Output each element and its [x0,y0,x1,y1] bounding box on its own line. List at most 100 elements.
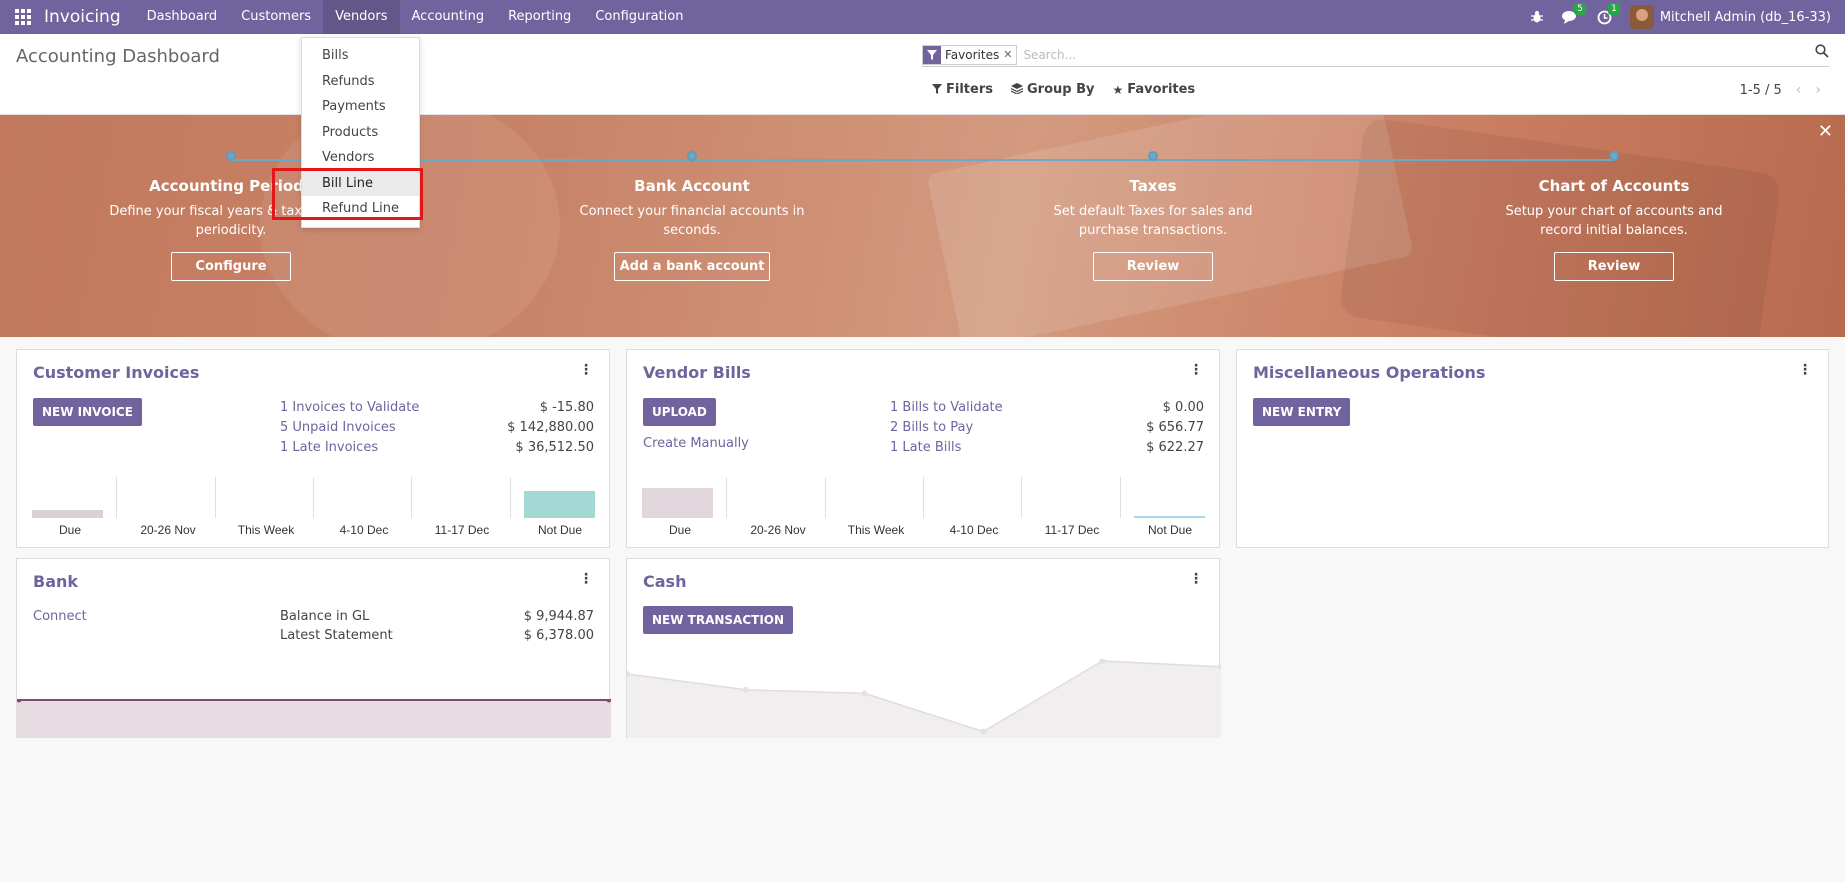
stat-label[interactable]: 1 Late Bills [890,440,961,455]
menu-accounting[interactable]: Accounting [400,0,497,34]
onboarding-progress-line [231,159,1615,161]
dropdown-item-bills[interactable]: Bills [302,43,419,69]
stat-value: $ 36,512.50 [515,440,594,455]
review-chart-button[interactable]: Review [1554,252,1674,281]
aging-bar[interactable] [31,509,103,518]
new-entry-button[interactable]: NEW ENTRY [1253,398,1351,426]
dropdown-item-vendors[interactable]: Vendors [302,145,419,171]
card-title[interactable]: Bank [33,572,78,591]
filters-toggle[interactable]: Filters [932,82,993,97]
pager-next-icon[interactable]: › [1815,82,1821,98]
star-icon: ★ [1112,82,1124,97]
stat-value: $ -15.80 [539,400,594,415]
more-options-icon[interactable]: ⋮ [579,571,593,587]
menu-dashboard[interactable]: Dashboard [135,0,230,34]
card-title[interactable]: Cash [643,572,686,591]
stat-label[interactable]: 1 Invoices to Validate [280,400,419,415]
bills-aging-chart [628,477,1218,518]
filters-label: Filters [946,82,993,97]
connect-link[interactable]: Connect [33,609,87,624]
misc-operations-card: Miscellaneous Operations ⋮ NEW ENTRY [1236,349,1829,548]
stat-label[interactable]: 5 Unpaid Invoices [280,420,396,435]
group-by-toggle[interactable]: Group By [1010,82,1095,97]
user-menu[interactable]: Mitchell Admin (db_16-33) [1660,10,1831,25]
more-options-icon[interactable]: ⋮ [579,362,593,378]
bank-card: Bank ⋮ Connect Balance in GL $ 9,944.87 … [16,558,611,738]
stat-value: $ 0.00 [1162,400,1204,415]
activities-clock-icon[interactable]: 1 [1588,0,1622,34]
menu-customers[interactable]: Customers [229,0,323,34]
apps-menu-icon[interactable] [6,0,40,34]
cash-card: Cash ⋮ NEW TRANSACTION [626,558,1221,738]
stat-label[interactable]: 1 Bills to Validate [890,400,1003,415]
close-icon[interactable]: ✕ [1818,121,1833,142]
step-dot [1609,151,1619,161]
new-transaction-button[interactable]: NEW TRANSACTION [643,606,794,634]
dropdown-item-bill-line[interactable]: Bill Line [302,170,419,196]
dropdown-item-products[interactable]: Products [302,120,419,146]
stat-label[interactable]: Balance in GL [280,609,369,624]
aging-bar[interactable] [1134,515,1206,518]
cash-trend-point[interactable] [742,686,749,693]
more-options-icon[interactable]: ⋮ [1189,362,1203,378]
cash-trend-point[interactable] [861,690,868,697]
aging-column [411,477,509,518]
configure-button[interactable]: Configure [171,252,291,281]
aging-bar[interactable] [524,491,596,518]
menu-configuration[interactable]: Configuration [583,0,695,34]
aging-column [313,477,411,518]
cash-trend-point[interactable] [980,728,987,735]
more-options-icon[interactable]: ⋮ [1798,362,1812,378]
card-title[interactable]: Miscellaneous Operations [1253,363,1485,382]
stat-label[interactable]: 2 Bills to Pay [890,420,973,435]
pager: 1-5 / 5 ‹ › [1740,82,1821,98]
x-axis-label: 4-10 Dec [339,523,389,537]
step-description: Set default Taxes for sales and purchase… [1053,204,1253,238]
aging-column [18,477,116,518]
add-bank-account-button[interactable]: Add a bank account [614,252,770,281]
card-title[interactable]: Customer Invoices [33,363,199,382]
stat-label[interactable]: Latest Statement [280,628,393,643]
x-axis-label: 20-26 Nov [140,523,196,537]
create-manually-link[interactable]: Create Manually [643,436,749,451]
step-description: Connect your financial accounts in secon… [579,204,805,238]
stat-value: $ 9,944.87 [523,609,594,624]
dropdown-item-payments[interactable]: Payments [302,94,419,120]
review-taxes-button[interactable]: Review [1093,252,1213,281]
x-axis-label: Due [58,523,81,537]
dropdown-item-refunds[interactable]: Refunds [302,69,419,95]
facet-value: Favorites [945,47,1000,62]
activities-count-badge: 1 [1608,3,1620,15]
favorites-toggle[interactable]: ★ Favorites [1112,82,1195,97]
messages-count-badge: 5 [1574,3,1586,15]
search-input[interactable] [1023,47,1829,62]
dropdown-item-refund-line[interactable]: Refund Line [302,196,419,222]
onboarding-step-chart-of-accounts: Chart of Accounts Setup your chart of ac… [1449,151,1779,281]
app-brand[interactable]: Invoicing [44,7,121,27]
group-by-label: Group By [1026,82,1095,97]
search-options: Filters Group By ★ Favorites [932,82,1213,97]
invoices-aging-chart [18,477,608,518]
stat-row: 1 Late Bills $ 622.27 [890,440,1204,455]
upload-button[interactable]: UPLOAD [643,398,716,426]
menu-vendors[interactable]: Vendors [323,0,400,34]
pager-value[interactable]: 1-5 / 5 [1740,83,1782,98]
menu-reporting[interactable]: Reporting [496,0,583,34]
step-title: Taxes [1129,177,1177,195]
stat-row: Balance in GL $ 9,944.87 [280,609,594,624]
facet-remove-icon[interactable]: ✕ [1003,48,1016,61]
aging-bar[interactable] [641,488,713,518]
user-avatar[interactable] [1629,5,1654,29]
new-invoice-button[interactable]: NEW INVOICE [33,398,142,426]
pager-previous-icon[interactable]: ‹ [1796,82,1802,98]
messages-icon[interactable]: 5 [1554,0,1588,34]
card-title[interactable]: Vendor Bills [643,363,751,382]
search-icon[interactable] [1815,44,1829,62]
more-options-icon[interactable]: ⋮ [1189,571,1203,587]
vendors-dropdown: Bills Refunds Payments Products Vendors … [301,37,420,228]
cash-trend-graph [627,659,1221,738]
step-dot [687,151,697,161]
aging-column [116,477,214,518]
stat-label[interactable]: 1 Late Invoices [280,440,378,455]
debug-bug-icon[interactable] [1520,0,1554,34]
